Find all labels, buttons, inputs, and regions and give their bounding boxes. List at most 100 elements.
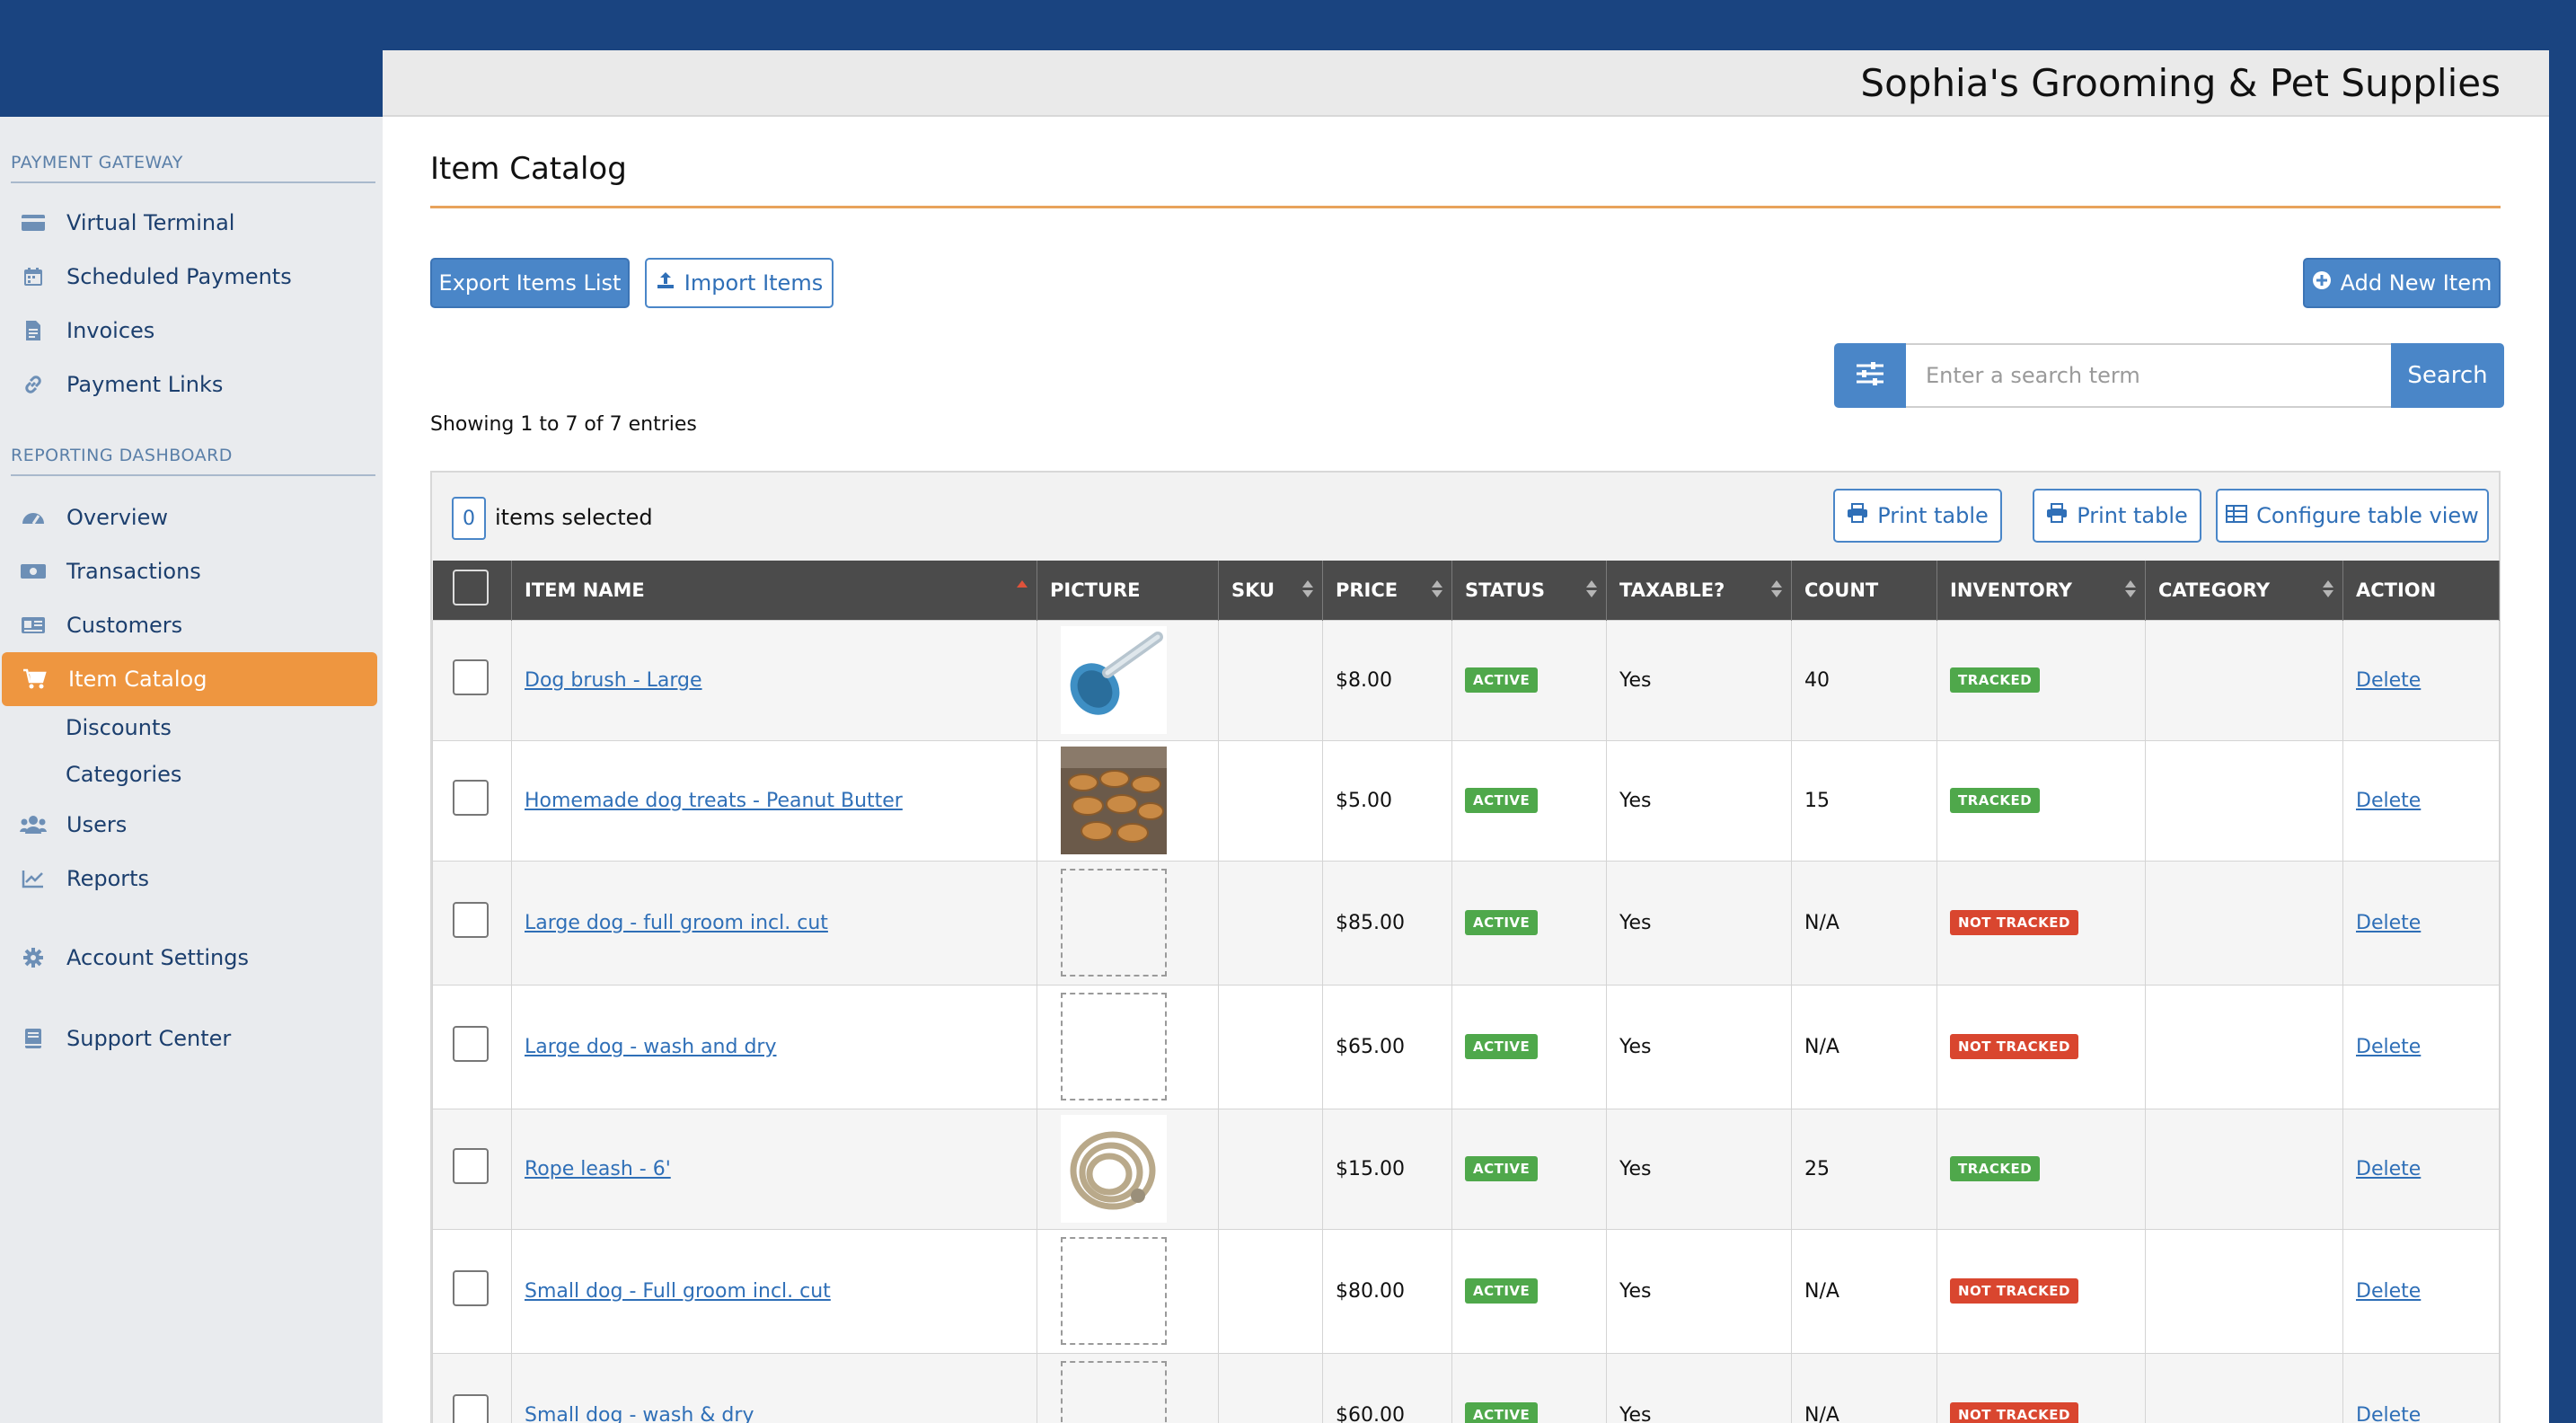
import-items-button[interactable]: Import Items xyxy=(645,258,834,308)
row-checkbox[interactable] xyxy=(453,1270,489,1306)
sidebar-item-invoices[interactable]: Invoices xyxy=(0,304,375,358)
export-items-button[interactable]: Export Items List xyxy=(430,258,630,308)
item-name-link[interactable]: Small dog - wash & dry xyxy=(525,1404,754,1423)
column-header-price[interactable]: PRICE xyxy=(1322,561,1452,620)
delete-link[interactable]: Delete xyxy=(2356,1158,2421,1180)
delete-link[interactable]: Delete xyxy=(2356,1404,2421,1423)
table-toolbar: 0 items selected Print table Print table… xyxy=(432,473,2499,561)
sidebar-item-account-settings[interactable]: Account Settings xyxy=(0,931,375,985)
cell-sku xyxy=(1218,739,1323,862)
cell-picture xyxy=(1037,1352,1219,1423)
cell-count: N/A xyxy=(1791,1352,1937,1423)
cell-select xyxy=(432,860,512,985)
add-new-item-button[interactable]: Add New Item xyxy=(2303,258,2501,308)
cell-action: Delete xyxy=(2342,860,2500,985)
item-picture-placeholder[interactable] xyxy=(1061,869,1167,977)
sidebar-divider xyxy=(11,474,375,476)
cell-action: Delete xyxy=(2342,1228,2500,1354)
column-header-category[interactable]: CATEGORY xyxy=(2145,561,2343,620)
sidebar-subitem-discounts[interactable]: Discounts xyxy=(66,715,172,740)
status-badge: ACTIVE xyxy=(1465,788,1539,813)
row-checkbox[interactable] xyxy=(453,1394,489,1423)
sidebar-item-customers[interactable]: Customers xyxy=(0,598,375,652)
table-row: Large dog - full groom incl. cut $85.00 AC… xyxy=(432,860,2500,985)
column-header-inventory[interactable]: INVENTORY xyxy=(1936,561,2146,620)
item-name-link[interactable]: Rope leash - 6' xyxy=(525,1158,671,1180)
cell-status: ACTIVE xyxy=(1451,1352,1607,1423)
item-name-link[interactable]: Large dog - wash and dry xyxy=(525,1036,777,1058)
item-picture[interactable] xyxy=(1061,747,1167,854)
sort-asc-icon xyxy=(1017,580,1028,590)
item-name-link[interactable]: Dog brush - Large xyxy=(525,669,702,692)
cell-inventory: TRACKED xyxy=(1936,1108,2146,1230)
configure-table-view-label: Configure table view xyxy=(2256,503,2479,528)
delete-link[interactable]: Delete xyxy=(2356,1036,2421,1058)
sidebar-item-support-center[interactable]: Support Center xyxy=(0,1012,375,1065)
sidebar-item-overview[interactable]: Overview xyxy=(0,491,375,544)
cell-item-name: Rope leash - 6' xyxy=(511,1108,1037,1230)
sidebar-item-label: Customers xyxy=(66,613,183,638)
cell-picture xyxy=(1037,860,1219,985)
item-picture[interactable] xyxy=(1061,1115,1167,1223)
item-name-link[interactable]: Small dog - Full groom incl. cut xyxy=(525,1280,831,1303)
table-row: Small dog - wash & dry $60.00 ACTIVE Yes N/A… xyxy=(432,1352,2500,1423)
select-all-checkbox[interactable] xyxy=(452,570,489,606)
cell-taxable: Yes xyxy=(1606,984,1792,1109)
delete-link[interactable]: Delete xyxy=(2356,790,2421,812)
cell-category xyxy=(2145,860,2343,985)
row-checkbox[interactable] xyxy=(453,1026,489,1062)
item-picture[interactable] xyxy=(1061,626,1167,734)
row-checkbox[interactable] xyxy=(453,902,489,938)
item-name-link[interactable]: Homemade dog treats - Peanut Butter xyxy=(525,790,903,812)
row-checkbox[interactable] xyxy=(453,659,489,695)
sidebar-subitem-categories[interactable]: Categories xyxy=(66,762,181,787)
status-badge: ACTIVE xyxy=(1465,667,1539,693)
cell-category xyxy=(2145,739,2343,862)
row-checkbox[interactable] xyxy=(453,1148,489,1184)
inventory-badge: TRACKED xyxy=(1950,667,2041,693)
selected-count: 0 xyxy=(452,497,486,540)
column-header-status[interactable]: STATUS xyxy=(1451,561,1607,620)
cell-item-name: Dog brush - Large xyxy=(511,619,1037,741)
sidebar-item-users[interactable]: Users xyxy=(0,798,375,852)
cell-inventory: TRACKED xyxy=(1936,619,2146,741)
sidebar-item-virtual-terminal[interactable]: Virtual Terminal xyxy=(0,196,375,250)
delete-link[interactable]: Delete xyxy=(2356,912,2421,934)
column-header-sku[interactable]: SKU xyxy=(1218,561,1323,620)
item-picture-placeholder[interactable] xyxy=(1061,1361,1167,1423)
row-checkbox[interactable] xyxy=(453,780,489,816)
item-table: ITEM NAME PICTURE SKU PRICE STATUS TAXAB… xyxy=(432,561,2500,1423)
cell-select xyxy=(432,984,512,1109)
cell-price: $8.00 xyxy=(1322,619,1452,741)
item-picture-placeholder[interactable] xyxy=(1061,1237,1167,1345)
search-input[interactable] xyxy=(1906,343,2391,408)
status-badge: ACTIVE xyxy=(1465,1402,1539,1423)
sort-icon xyxy=(2125,580,2136,597)
item-name-link[interactable]: Large dog - full groom incl. cut xyxy=(525,912,828,934)
delete-link[interactable]: Delete xyxy=(2356,669,2421,692)
sidebar-item-reports[interactable]: Reports xyxy=(0,852,375,906)
print-table-button[interactable]: Print table xyxy=(2033,489,2201,543)
sidebar-item-label: Virtual Terminal xyxy=(66,210,235,235)
inventory-badge: NOT TRACKED xyxy=(1950,1402,2078,1423)
filter-button[interactable] xyxy=(1834,343,1906,408)
sidebar-item-label: Account Settings xyxy=(66,945,249,970)
cell-item-name: Small dog - wash & dry xyxy=(511,1352,1037,1423)
search-button[interactable]: Search xyxy=(2391,343,2504,408)
cell-action: Delete xyxy=(2342,619,2500,741)
column-header-item-name[interactable]: ITEM NAME xyxy=(511,561,1037,620)
print-table-button[interactable]: Print table xyxy=(1833,489,2002,543)
sidebar-item-scheduled-payments[interactable]: Scheduled Payments xyxy=(0,250,375,304)
column-header-taxable[interactable]: TAXABLE? xyxy=(1606,561,1792,620)
id-card-icon xyxy=(0,615,66,635)
item-picture-placeholder[interactable] xyxy=(1061,993,1167,1100)
inventory-badge: NOT TRACKED xyxy=(1950,1034,2078,1059)
sidebar-item-item-catalog[interactable]: Item Catalog xyxy=(2,652,377,706)
cell-item-name: Homemade dog treats - Peanut Butter xyxy=(511,739,1037,862)
sidebar-item-payment-links[interactable]: Payment Links xyxy=(0,358,375,411)
users-icon xyxy=(0,815,66,835)
cell-status: ACTIVE xyxy=(1451,739,1607,862)
delete-link[interactable]: Delete xyxy=(2356,1280,2421,1303)
configure-table-view-button[interactable]: Configure table view xyxy=(2216,489,2489,543)
sidebar-item-transactions[interactable]: Transactions xyxy=(0,544,375,598)
